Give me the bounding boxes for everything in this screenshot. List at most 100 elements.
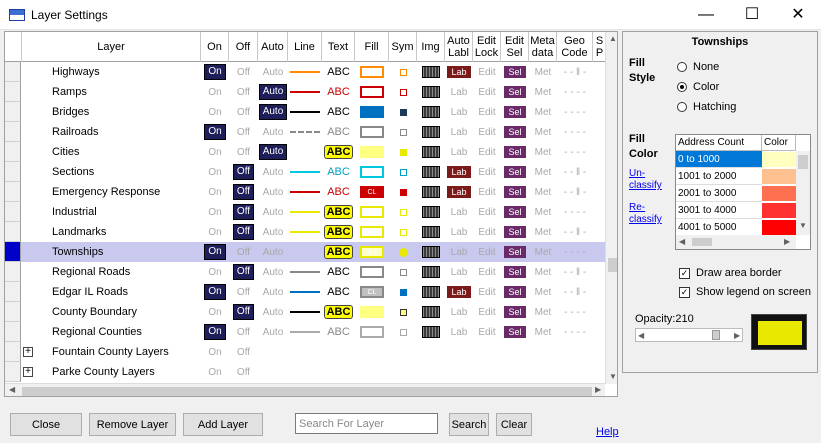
row-header[interactable]	[5, 322, 21, 342]
column-header-layer[interactable]: Layer	[22, 32, 201, 62]
off-toggle[interactable]: Off	[229, 122, 258, 142]
on-toggle[interactable]: On	[201, 142, 229, 162]
grid-vertical-scroll-thumb[interactable]	[608, 258, 617, 272]
row-header[interactable]	[5, 182, 21, 202]
fill-style-swatch[interactable]	[355, 322, 389, 342]
auto-toggle[interactable]: Auto	[258, 262, 288, 282]
row-header[interactable]	[5, 222, 21, 242]
edit-lock-toggle[interactable]: Edit	[473, 222, 501, 242]
radio-button-icon[interactable]	[677, 82, 687, 92]
symbol-swatch[interactable]	[389, 282, 417, 302]
image-button[interactable]	[417, 202, 445, 222]
on-toggle[interactable]: On	[201, 302, 229, 322]
column-header-geo[interactable]: Geo Code	[557, 32, 593, 62]
class-color-swatch[interactable]	[762, 169, 796, 184]
image-button[interactable]	[417, 262, 445, 282]
off-toggle[interactable]: Off	[229, 82, 258, 102]
auto-toggle[interactable]: Auto	[258, 182, 288, 202]
off-toggle[interactable]: Off	[229, 202, 258, 222]
metadata-button[interactable]: Met	[529, 62, 557, 82]
line-style-swatch[interactable]	[288, 62, 322, 82]
auto-toggle[interactable]: Auto	[258, 102, 288, 122]
auto-label-button[interactable]: Lab	[445, 162, 473, 182]
line-style-swatch[interactable]	[288, 242, 322, 262]
line-style-swatch[interactable]	[288, 262, 322, 282]
row-header[interactable]	[5, 342, 21, 362]
column-header-auto[interactable]: Auto	[258, 32, 288, 62]
layer-row[interactable]: Cities On Off Auto ABC Lab Edit Sel Met - - - -	[5, 142, 605, 162]
line-style-swatch[interactable]	[288, 282, 322, 302]
grid-horizontal-scroll-thumb[interactable]	[22, 387, 592, 396]
off-toggle[interactable]: Off	[229, 302, 258, 322]
geo-code-cell[interactable]: - - - -	[557, 322, 593, 342]
edit-lock-toggle[interactable]: Edit	[473, 282, 501, 302]
edit-select-button[interactable]: Sel	[501, 242, 529, 262]
on-toggle[interactable]: On	[201, 222, 229, 242]
edit-select-button[interactable]: Sel	[501, 222, 529, 242]
image-button[interactable]	[417, 142, 445, 162]
metadata-button[interactable]: Met	[529, 262, 557, 282]
symbol-swatch[interactable]	[389, 262, 417, 282]
maximize-button[interactable]: ☐	[729, 0, 775, 30]
off-toggle[interactable]: Off	[229, 222, 258, 242]
close-window-button[interactable]: ✕	[775, 0, 821, 30]
line-style-swatch[interactable]	[288, 142, 322, 162]
auto-toggle[interactable]: Auto	[258, 202, 288, 222]
auto-toggle[interactable]: Auto	[258, 222, 288, 242]
color-header[interactable]: Color	[762, 135, 796, 151]
symbol-swatch[interactable]	[389, 142, 417, 162]
column-header-text[interactable]: Text	[322, 32, 355, 62]
text-style-swatch[interactable]: ABC	[322, 282, 355, 302]
fill-style-swatch[interactable]	[355, 302, 389, 322]
column-header-editlock[interactable]: Edit Lock	[473, 32, 501, 62]
edit-lock-toggle[interactable]: Edit	[473, 142, 501, 162]
image-button[interactable]	[417, 62, 445, 82]
auto-toggle[interactable]: Auto	[258, 302, 288, 322]
off-toggle[interactable]: Off	[229, 262, 258, 282]
fill-style-swatch[interactable]	[355, 122, 389, 142]
auto-label-button[interactable]: Lab	[445, 122, 473, 142]
grid-horizontal-scrollbar[interactable]: ◀ ▶	[5, 383, 605, 396]
edit-lock-toggle[interactable]: Edit	[473, 162, 501, 182]
text-style-swatch[interactable]: ABC	[322, 182, 355, 202]
column-header-editsel[interactable]: Edit Sel	[501, 32, 529, 62]
scroll-down-icon[interactable]: ▼	[609, 372, 617, 381]
fill-style-option-hatching[interactable]: Hatching	[677, 101, 736, 113]
geo-code-cell[interactable]: - - - -	[557, 142, 593, 162]
on-toggle[interactable]: On	[201, 62, 229, 82]
layer-row[interactable]: Highways On Off Auto ABC Lab Edit Sel Met - - ‖ -	[5, 62, 605, 82]
fill-style-swatch[interactable]	[355, 222, 389, 242]
edit-select-button[interactable]: Sel	[501, 82, 529, 102]
column-header-autolab[interactable]: Auto Labl	[445, 32, 473, 62]
column-header-meta[interactable]: Meta data	[529, 32, 557, 62]
metadata-button[interactable]: Met	[529, 202, 557, 222]
symbol-swatch[interactable]	[389, 162, 417, 182]
row-header[interactable]	[5, 282, 21, 302]
classification-scroll-down-icon[interactable]: ▼	[799, 221, 807, 230]
on-toggle[interactable]: On	[201, 282, 229, 302]
class-color-swatch[interactable]	[762, 203, 796, 218]
clear-button[interactable]: Clear	[496, 413, 532, 436]
line-style-swatch[interactable]	[288, 222, 322, 242]
row-header[interactable]	[5, 362, 21, 382]
layer-row[interactable]: Railroads On Off Auto ABC Lab Edit Sel Met - - - …	[5, 122, 605, 142]
auto-label-button[interactable]: Lab	[445, 142, 473, 162]
fill-style-option-none[interactable]: None	[677, 61, 719, 73]
off-toggle[interactable]: Off	[229, 282, 258, 302]
class-row[interactable]: 4001 to 5000	[676, 219, 796, 236]
row-header[interactable]	[5, 302, 21, 322]
classification-vertical-scrollbar[interactable]: ▼	[796, 151, 810, 235]
classification-scroll-thumb[interactable]	[798, 155, 808, 169]
layer-row[interactable]: Landmarks On Off Auto ABC Lab Edit Sel Met - - ‖ …	[5, 222, 605, 242]
image-button[interactable]	[417, 322, 445, 342]
image-button[interactable]	[417, 222, 445, 242]
class-row[interactable]: 3001 to 4000	[676, 202, 796, 219]
column-header-sym[interactable]: Sym	[389, 32, 417, 62]
line-style-swatch[interactable]	[288, 182, 322, 202]
metadata-button[interactable]: Met	[529, 122, 557, 142]
text-style-swatch[interactable]: ABC	[322, 242, 355, 262]
metadata-button[interactable]: Met	[529, 242, 557, 262]
classification-h-scroll-thumb[interactable]	[692, 238, 712, 246]
fill-style-swatch[interactable]: CL	[355, 282, 389, 302]
geo-code-cell[interactable]: - - - -	[557, 242, 593, 262]
